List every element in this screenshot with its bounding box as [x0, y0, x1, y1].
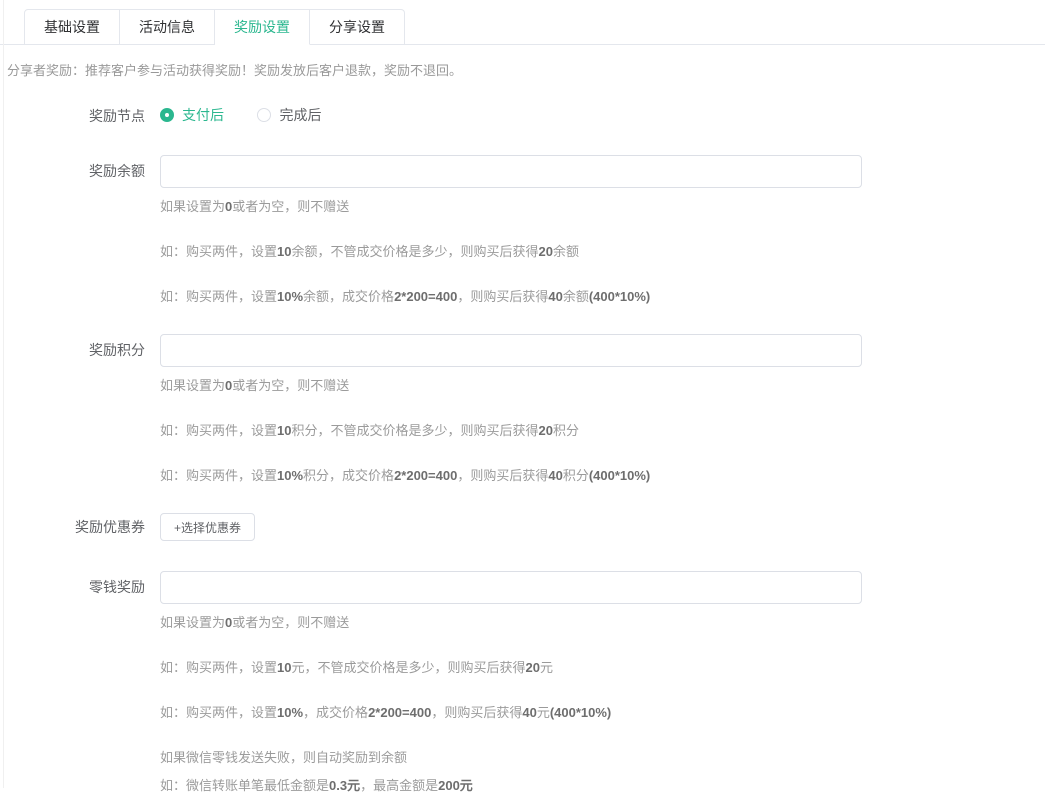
help-text: 如：购买两件，设置 [160, 423, 277, 438]
reward-node-label: 奖励节点 [0, 107, 145, 125]
help-text: 如果设置为 [160, 615, 225, 630]
help-text: ，则购买后获得 [457, 289, 548, 304]
help-text: 或者为空，则不赠送 [232, 378, 349, 393]
help-bold-value: 10 [277, 423, 291, 438]
help-text: 或者为空，则不赠送 [232, 615, 349, 630]
help-line: 如：购买两件，设置10余额，不管成交价格是多少，则购买后获得20余额 [160, 245, 1045, 259]
reward-points-help: 如果设置为0或者为空，则不赠送如：购买两件，设置10积分，不管成交价格是多少，则… [160, 379, 1045, 483]
help-bold-value: 10% [277, 289, 303, 304]
help-bold-value: 2*200=400 [394, 468, 457, 483]
help-line: 如果设置为0或者为空，则不赠送 [160, 616, 1045, 630]
help-text: 积分，成交价格 [303, 468, 394, 483]
help-text: 积分，不管成交价格是多少，则购买后获得 [291, 423, 538, 438]
select-coupon-button[interactable]: +选择优惠券 [160, 513, 255, 541]
help-bold-value: 20 [539, 244, 553, 259]
reward-coupon-row: 奖励优惠券 +选择优惠券 [0, 513, 1045, 541]
cash-reward-input[interactable] [160, 571, 862, 604]
help-text: 积分 [553, 423, 579, 438]
help-line: 如：购买两件，设置10元，不管成交价格是多少，则购买后获得20元 [160, 661, 1045, 675]
help-bold-value: (400*10%) [589, 468, 650, 483]
reward-points-input[interactable] [160, 334, 862, 367]
help-bold-value: 2*200=400 [368, 705, 431, 720]
help-bold-value: 20 [526, 660, 540, 675]
help-text: 余额 [563, 289, 589, 304]
panel-left-border [3, 0, 4, 788]
help-line: 如果微信零钱发送失败，则自动奖励到余额 [160, 751, 1045, 765]
sharer-reward-description: 分享者奖励：推荐客户参与活动获得奖励！奖励发放后客户退款，奖励不退回。 [7, 63, 1045, 79]
help-line: 如果设置为0或者为空，则不赠送 [160, 379, 1045, 393]
help-bold-value: (400*10%) [550, 705, 611, 720]
help-text: 积分 [563, 468, 589, 483]
help-text: ，则购买后获得 [457, 468, 548, 483]
help-bold-value: (400*10%) [589, 289, 650, 304]
help-text: ，最高金额是 [360, 778, 438, 793]
help-text: 如：购买两件，设置 [160, 705, 277, 720]
help-text: 如果微信零钱发送失败，则自动奖励到余额 [160, 750, 407, 765]
help-text: 如：购买两件，设置 [160, 289, 277, 304]
help-line: 如：购买两件，设置10积分，不管成交价格是多少，则购买后获得20积分 [160, 424, 1045, 438]
help-bold-value: 200元 [438, 778, 473, 793]
help-bold-value: 2*200=400 [394, 289, 457, 304]
help-text: 余额，不管成交价格是多少，则购买后获得 [291, 244, 538, 259]
help-text: 如：购买两件，设置 [160, 468, 277, 483]
reward-node-options: 支付后 完成后 [160, 105, 1045, 127]
cash-reward-section: 零钱奖励 如果设置为0或者为空，则不赠送如：购买两件，设置10元，不管成交价格是… [0, 571, 1045, 793]
help-bold-value: 40 [548, 468, 562, 483]
help-bold-value: 0.3元 [329, 778, 360, 793]
tab-share-settings[interactable]: 分享设置 [310, 9, 405, 45]
radio-after-payment[interactable]: 支付后 [160, 105, 224, 125]
help-bold-value: 10 [277, 244, 291, 259]
help-line: 如：微信转账单笔最低金额是0.3元，最高金额是200元 [160, 779, 1045, 793]
help-bold-value: 10% [277, 468, 303, 483]
help-text: 如果设置为 [160, 199, 225, 214]
reward-coupon-label: 奖励优惠券 [0, 513, 145, 541]
help-bold-value: 10% [277, 705, 303, 720]
help-line: 如：购买两件，设置10%积分，成交价格2*200=400，则购买后获得40积分(… [160, 469, 1045, 483]
help-line: 如：购买两件，设置10%，成交价格2*200=400，则购买后获得40元(400… [160, 706, 1045, 720]
radio-after-payment-label: 支付后 [182, 105, 224, 125]
help-line: 如：购买两件，设置10%余额，成交价格2*200=400，则购买后获得40余额(… [160, 290, 1045, 304]
reward-balance-label: 奖励余额 [0, 155, 145, 304]
tab-basic-settings[interactable]: 基础设置 [24, 9, 120, 45]
help-text: 或者为空，则不赠送 [232, 199, 349, 214]
settings-tabs: 基础设置 活动信息 奖励设置 分享设置 [0, 0, 1045, 45]
radio-after-completion-label: 完成后 [279, 105, 321, 125]
cash-reward-label: 零钱奖励 [0, 571, 145, 793]
reward-balance-section: 奖励余额 如果设置为0或者为空，则不赠送如：购买两件，设置10余额，不管成交价格… [0, 155, 1045, 304]
help-text: 如：微信转账单笔最低金额是 [160, 778, 329, 793]
help-text: 余额 [553, 244, 579, 259]
help-bold-value: 10 [277, 660, 291, 675]
help-bold-value: 20 [539, 423, 553, 438]
help-text: ，则购买后获得 [431, 705, 522, 720]
reward-node-row: 奖励节点 支付后 完成后 [0, 105, 1045, 127]
reward-balance-help: 如果设置为0或者为空，则不赠送如：购买两件，设置10余额，不管成交价格是多少，则… [160, 200, 1045, 304]
help-text: 如：购买两件，设置 [160, 660, 277, 675]
help-bold-value: 40 [522, 705, 536, 720]
help-line: 如果设置为0或者为空，则不赠送 [160, 200, 1045, 214]
reward-balance-input[interactable] [160, 155, 862, 188]
help-text: ，成交价格 [303, 705, 368, 720]
tab-activity-info[interactable]: 活动信息 [120, 9, 215, 45]
radio-after-completion[interactable]: 完成后 [257, 105, 321, 125]
help-text: 元 [540, 660, 553, 675]
help-bold-value: 40 [548, 289, 562, 304]
radio-selected-icon [160, 108, 174, 122]
help-text: 元 [537, 705, 550, 720]
reward-settings-form: 奖励节点 支付后 完成后 奖励余额 如果设置为0或者为空，则不赠送如：购买两件，… [0, 105, 1045, 793]
cash-reward-help: 如果设置为0或者为空，则不赠送如：购买两件，设置10元，不管成交价格是多少，则购… [160, 616, 1045, 793]
reward-points-section: 奖励积分 如果设置为0或者为空，则不赠送如：购买两件，设置10积分，不管成交价格… [0, 334, 1045, 483]
help-text: 元，不管成交价格是多少，则购买后获得 [291, 660, 525, 675]
tab-reward-settings[interactable]: 奖励设置 [215, 9, 310, 45]
help-text: 如：购买两件，设置 [160, 244, 277, 259]
reward-points-label: 奖励积分 [0, 334, 145, 483]
help-text: 余额，成交价格 [303, 289, 394, 304]
help-text: 如果设置为 [160, 378, 225, 393]
radio-unselected-icon [257, 108, 271, 122]
reward-settings-page: { "tabs": { "items": [ { "label": "基础设置"… [0, 0, 1045, 788]
